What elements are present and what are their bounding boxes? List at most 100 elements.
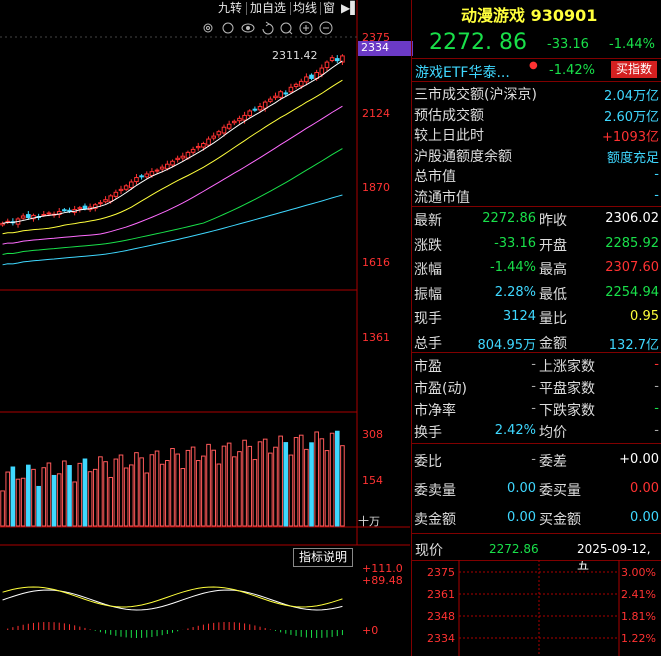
macd-axis-tick: +89.48 — [362, 574, 403, 587]
stat-label: 平盘家数 — [539, 381, 595, 397]
candle-body — [298, 80, 304, 87]
etf-dot-icon: ● — [529, 60, 538, 71]
candle-body — [334, 58, 340, 62]
stat-label: 均价 — [539, 425, 567, 441]
stat-label: 市盈 — [414, 359, 442, 375]
index-change: -33.16 — [547, 37, 589, 52]
candle-body — [231, 120, 237, 124]
mini-left-axis: 2334 — [427, 632, 455, 645]
volume-bar — [314, 431, 319, 527]
candle-body — [149, 171, 155, 176]
index-title: 动漫游戏 930901 — [461, 6, 598, 25]
quote-value: 2272.86 — [482, 211, 536, 226]
candle-body — [329, 57, 335, 62]
volume-bar — [72, 481, 77, 527]
quote-label: 最高 — [539, 262, 567, 278]
candle-body — [170, 160, 175, 166]
stat-value: - — [531, 379, 536, 394]
candle-body — [195, 145, 201, 149]
mini-left-axis: 2361 — [427, 588, 455, 601]
quote-value: -33.16 — [494, 235, 536, 251]
volume-bar — [31, 468, 36, 527]
order-value: - — [531, 452, 536, 467]
candle-body — [262, 101, 268, 109]
macd-axis-tick: +0 — [362, 624, 379, 637]
volume-bar — [87, 471, 93, 527]
quote-value: 132.7亿 — [608, 337, 659, 353]
price-axis-tick: 1616 — [362, 256, 390, 269]
volume-bar — [278, 435, 283, 527]
candle-body — [216, 131, 222, 136]
candle-body — [257, 106, 263, 111]
volume-bar — [304, 448, 309, 527]
volume-bar — [98, 456, 103, 527]
volume-bar — [257, 441, 263, 527]
etf-link[interactable]: 游戏ETF华泰... — [415, 62, 510, 82]
volume-bar — [149, 454, 155, 527]
quote-label: 最低 — [539, 286, 567, 303]
quote-value: 2254.94 — [605, 284, 659, 300]
mini-left-axis: 2348 — [427, 610, 455, 623]
candle-body — [180, 155, 186, 159]
volume-bar — [288, 454, 294, 527]
candle-body — [20, 215, 26, 219]
volume-bar — [190, 446, 196, 527]
stat-label: 下跌家数 — [539, 403, 595, 419]
candle-body — [67, 209, 72, 212]
candle-body — [103, 199, 108, 203]
volume-bar — [216, 463, 222, 527]
indicator-help-button[interactable]: 指标说明 — [293, 548, 353, 567]
candle-body — [247, 110, 253, 117]
mini-right-axis: 3.00% — [621, 566, 656, 579]
quote-label: 金额 — [539, 335, 567, 352]
stat-label: 上涨家数 — [539, 359, 595, 375]
etf-pct: -1.42% — [549, 63, 595, 78]
candle-body — [226, 123, 232, 129]
candle-body — [123, 185, 129, 190]
volume-bar — [170, 448, 175, 527]
volume-bar — [144, 472, 150, 527]
market-row-value: 2.04万亿 — [604, 89, 659, 104]
ma-line — [2, 60, 343, 224]
quote-value: 0.95 — [630, 309, 659, 324]
quote-label: 开盘 — [539, 237, 567, 254]
index-change-pct: -1.44% — [609, 37, 655, 52]
quote-value: 2.28% — [494, 284, 536, 300]
buy-index-button[interactable]: 买指数 — [611, 61, 657, 78]
candle-body — [134, 177, 139, 183]
stat-value: - — [654, 379, 659, 394]
market-row-value: - — [654, 167, 659, 182]
stat-value: - — [654, 423, 659, 438]
candle-body — [309, 74, 314, 79]
volume-unit-label: 十万 — [358, 515, 380, 528]
quote-label: 昨收 — [539, 213, 567, 229]
volume-bar — [247, 445, 253, 527]
volume-bar — [15, 478, 21, 527]
volume-bar — [206, 443, 211, 527]
volume-bar — [56, 473, 62, 527]
candle-body — [154, 169, 160, 172]
order-value: 0.00 — [630, 510, 659, 525]
stat-value: - — [531, 401, 536, 416]
volume-bar — [252, 459, 258, 527]
volume-bar — [340, 445, 345, 527]
quote-value: 804.95万 — [477, 337, 537, 353]
candle-body — [293, 83, 299, 87]
candle-body — [159, 166, 165, 170]
quote-label: 振幅 — [414, 286, 442, 303]
candle-body — [139, 175, 144, 178]
volume-bar — [154, 450, 160, 527]
mini-price-value: 2272.86 — [489, 542, 539, 556]
candle-body — [175, 157, 180, 161]
mini-right-axis: 1.22% — [621, 632, 656, 645]
volume-bar — [298, 434, 304, 527]
quote-panel: 动漫游戏 930901 2272. 86 -33.16 -1.44% 游戏ETF… — [411, 0, 661, 656]
candle-body — [319, 67, 325, 75]
quote-label: 涨幅 — [414, 262, 442, 278]
volume-bar — [242, 439, 247, 527]
volume-bar — [51, 474, 57, 527]
volume-bar — [82, 458, 88, 527]
candle-body — [211, 135, 216, 139]
quote-value: 2307.60 — [605, 260, 659, 275]
volume-bar — [36, 485, 41, 527]
